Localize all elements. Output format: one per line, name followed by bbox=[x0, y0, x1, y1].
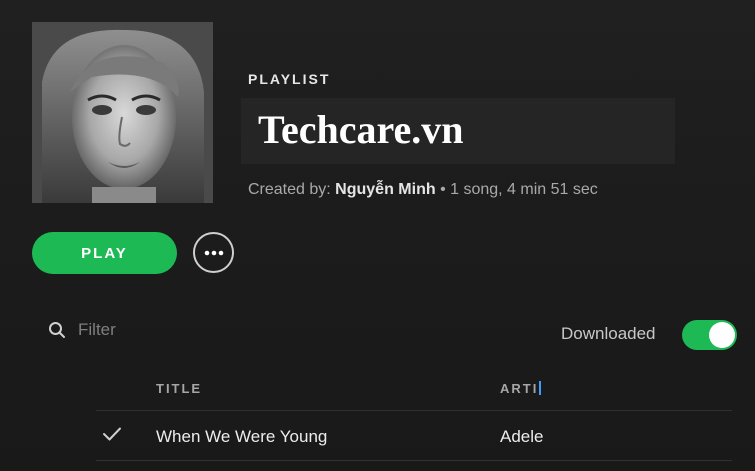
more-horizontal-icon bbox=[204, 250, 223, 255]
check-icon bbox=[103, 427, 121, 441]
cover-portrait-graphic bbox=[32, 22, 213, 203]
more-options-button[interactable] bbox=[193, 232, 234, 273]
playlist-stats: • 1 song, 4 min 51 sec bbox=[440, 181, 598, 198]
search-icon bbox=[49, 322, 65, 338]
toggle-knob bbox=[709, 322, 735, 348]
playlist-cover-image bbox=[32, 22, 213, 203]
column-header-title[interactable]: TITLE bbox=[156, 381, 202, 396]
playlist-type-label: PLAYLIST bbox=[248, 71, 331, 87]
play-button[interactable]: PLAY bbox=[32, 232, 177, 274]
playlist-title: Techcare.vn bbox=[258, 107, 464, 152]
playlist-meta: Created by: Nguyễn Minh • 1 song, 4 min … bbox=[248, 181, 598, 199]
created-by-label: Created by: bbox=[248, 181, 331, 198]
text-cursor bbox=[539, 381, 542, 395]
track-title: When We Were Young bbox=[156, 427, 328, 446]
playlist-owner-link[interactable]: Nguyễn Minh bbox=[335, 181, 435, 198]
downloaded-toggle[interactable] bbox=[682, 320, 737, 350]
downloaded-label: Downloaded bbox=[561, 324, 656, 343]
filter-input[interactable] bbox=[78, 320, 258, 340]
filter-bar bbox=[48, 320, 258, 340]
track-artist-link[interactable]: Adele bbox=[500, 427, 543, 447]
track-row[interactable]: When We Were Young Adele bbox=[96, 411, 732, 460]
column-header-artist-label: ARTI bbox=[500, 381, 539, 396]
table-divider bbox=[96, 460, 732, 461]
column-header-artist[interactable]: ARTI bbox=[500, 381, 542, 396]
